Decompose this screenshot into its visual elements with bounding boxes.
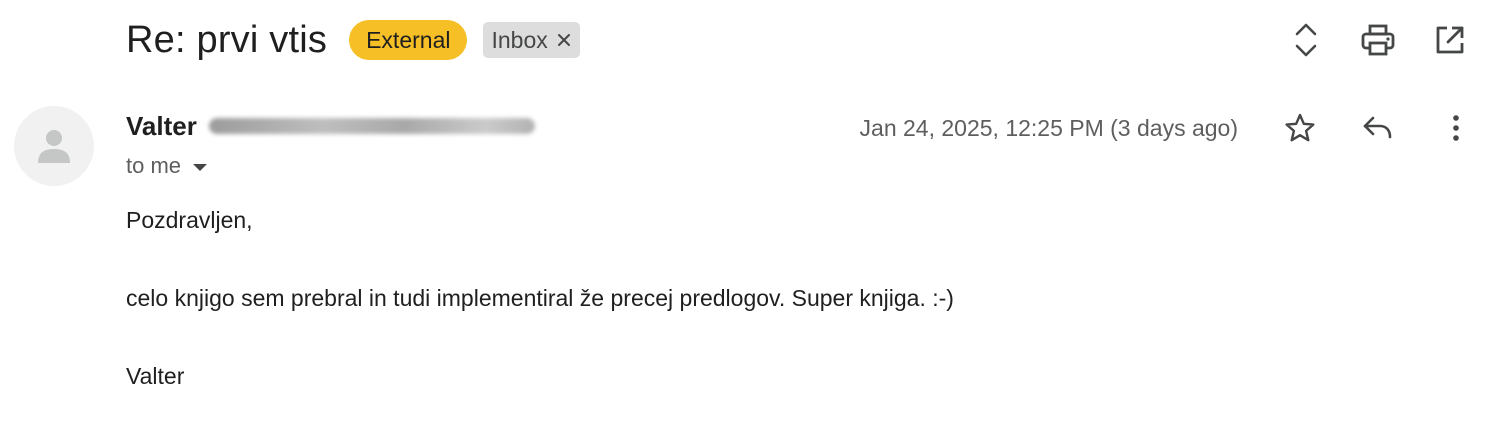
external-label: External bbox=[349, 20, 468, 60]
more-vert-icon[interactable] bbox=[1434, 106, 1478, 150]
inbox-label-text: Inbox bbox=[491, 27, 548, 53]
open-in-new-window-icon[interactable] bbox=[1428, 18, 1472, 62]
star-icon[interactable] bbox=[1278, 106, 1322, 150]
sender-line: Valter bbox=[126, 108, 535, 144]
close-icon[interactable] bbox=[556, 32, 572, 48]
thread-toolbar bbox=[1256, 18, 1472, 62]
redacted-sender-address bbox=[208, 118, 535, 134]
reply-icon[interactable] bbox=[1356, 106, 1400, 150]
recipient-text: to me bbox=[126, 153, 182, 178]
subject-row: Re: prvi vtis External Inbox bbox=[126, 14, 580, 66]
expand-collapse-icon[interactable] bbox=[1284, 18, 1328, 62]
body-paragraph: celo knjigo sem prebral in tudi implemen… bbox=[126, 285, 954, 311]
message-body: Pozdravljen, celo knjigo sem prebral in … bbox=[126, 202, 1426, 394]
message-meta: Jan 24, 2025, 12:25 PM (3 days ago) bbox=[860, 106, 1478, 150]
caret-down-icon[interactable] bbox=[193, 163, 208, 171]
print-icon[interactable] bbox=[1356, 18, 1400, 62]
inbox-label[interactable]: Inbox bbox=[483, 22, 580, 58]
sender-name[interactable]: Valter bbox=[126, 108, 197, 144]
message-timestamp: Jan 24, 2025, 12:25 PM (3 days ago) bbox=[859, 114, 1238, 141]
person-icon bbox=[37, 128, 71, 164]
body-signature: Valter bbox=[126, 363, 185, 389]
email-subject: Re: prvi vtis bbox=[126, 19, 328, 61]
body-greeting: Pozdravljen, bbox=[126, 207, 253, 233]
avatar[interactable] bbox=[14, 106, 94, 186]
recipient-details-toggle[interactable]: to me bbox=[126, 150, 208, 182]
